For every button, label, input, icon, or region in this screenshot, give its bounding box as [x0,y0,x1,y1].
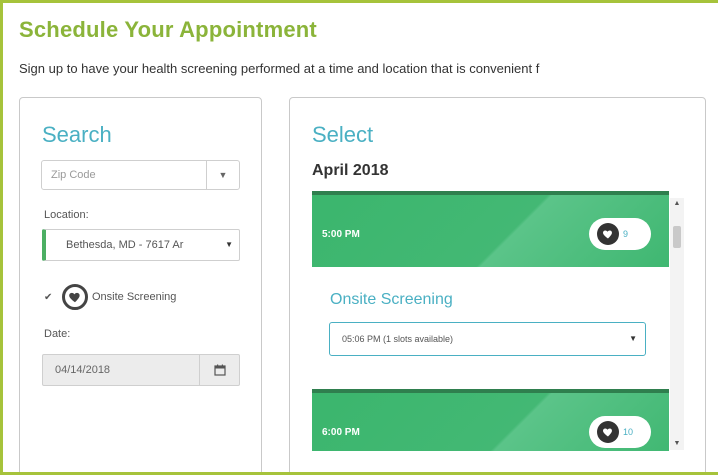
onsite-screening-option[interactable]: ✔ Onsite Screening [44,284,224,310]
time-slot-band[interactable]: 6:00 PM 10 [312,389,669,451]
slot-count-badge: 9 [589,218,651,250]
month-title: April 2018 [312,162,389,179]
date-value: 04/14/2018 [55,364,111,376]
slot-time: 6:00 PM [322,427,360,438]
time-slot-band[interactable]: 5:00 PM 9 [312,191,669,267]
heart-icon [62,284,88,310]
select-panel: Select April 2018 5:00 PM 9 Onsite Scree… [289,97,706,472]
slot-count: 10 [623,427,634,437]
onsite-screening-label: Onsite Screening [92,291,177,303]
chevron-down-icon: ▼ [225,240,233,249]
scroll-down-icon[interactable]: ▼ [670,438,684,450]
date-label: Date: [44,328,71,340]
search-heading: Search [42,122,112,147]
slot-count-badge: 10 [589,416,651,448]
location-label: Location: [44,209,89,221]
time-slot-value: 05:06 PM (1 slots available) [342,334,454,344]
slots-list: 5:00 PM 9 Onsite Screening 05:06 PM (1 s… [312,191,669,451]
location-select[interactable]: Bethesda, MD - 7617 Ar ▼ [42,229,240,261]
time-slot-select[interactable]: 05:06 PM (1 slots available) ▼ [329,322,646,356]
slot-count: 9 [623,229,629,239]
calendar-icon[interactable] [199,355,239,385]
zip-code-input[interactable] [42,161,208,189]
search-panel: Search ▼ Location: Bethesda, MD - 7617 A… [19,97,262,472]
location-value: Bethesda, MD - 7617 Ar [66,239,184,251]
page-subtitle: Sign up to have your health screening pe… [19,61,540,76]
select-heading: Select [312,122,374,147]
heart-icon [597,421,619,443]
date-field[interactable]: 04/14/2018 [42,354,240,386]
page-title: Schedule Your Appointment [19,17,317,42]
zip-code-field[interactable]: ▼ [41,160,240,190]
scroll-up-icon[interactable]: ▲ [670,198,684,210]
heart-icon [597,223,619,245]
chevron-down-icon[interactable]: ▼ [206,161,239,189]
slot-time: 5:00 PM [322,229,360,240]
scrollbar-thumb[interactable] [673,226,681,248]
slots-scrollbar[interactable]: ▲ ▼ [670,198,684,450]
appointment-frame: Schedule Your Appointment Sign up to hav… [0,0,718,475]
checkbox-check-icon[interactable]: ✔ [44,292,58,303]
chevron-down-icon: ▼ [629,334,637,343]
onsite-screening-heading: Onsite Screening [330,291,453,308]
